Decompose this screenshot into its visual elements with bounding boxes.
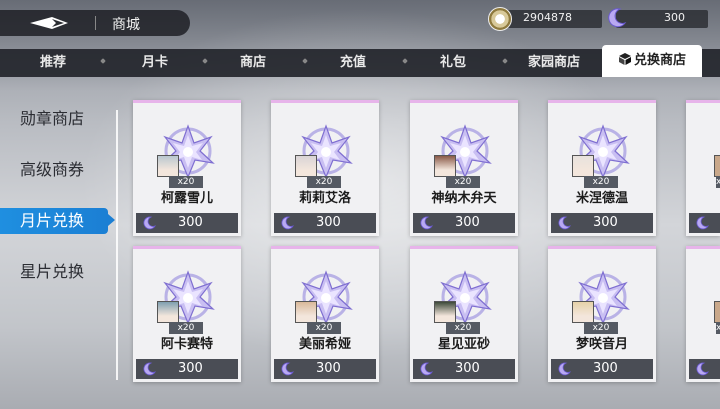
character-avatar [157, 155, 179, 177]
character-avatar [295, 155, 317, 177]
tab-exchange-shop-label: 兑换商店 [633, 53, 686, 68]
character-avatar [714, 301, 720, 323]
moon-currency-icon [420, 216, 433, 230]
shop-item-card[interactable]: x20 星见亚砂 300 [410, 246, 518, 382]
item-name: 莉莉艾洛 [298, 191, 351, 206]
active-pointer [108, 214, 115, 226]
price-value: 300 [316, 361, 341, 376]
sidebar-item-star-exchange[interactable]: 星片兑换 [0, 259, 110, 285]
moon-currency-icon [143, 362, 156, 376]
item-name: 星见亚砂 [437, 337, 490, 352]
tab-recharge[interactable]: 充值 [322, 49, 384, 77]
shop-item-card[interactable]: x20 神纳木弁天 300 [410, 100, 518, 236]
item-name: 柯露雪儿 [160, 191, 213, 206]
item-name: 阿卡赛特 [160, 337, 213, 352]
tab-separator [302, 58, 308, 64]
coin-amount: 2904878 [523, 11, 572, 24]
price-button[interactable]: 300 [136, 213, 238, 233]
moon-currency-icon [281, 216, 294, 230]
character-avatar [572, 155, 594, 177]
tab-gift-pack[interactable]: 礼包 [422, 49, 484, 77]
item-count: x2 [716, 176, 720, 188]
tab-separator [100, 58, 106, 64]
character-avatar [572, 301, 594, 323]
moon-currency-icon [608, 8, 627, 28]
sidebar-divider [116, 110, 118, 380]
item-count: x2 [716, 322, 720, 334]
item-name: 神纳木弁天 [431, 191, 497, 206]
sidebar-item-medal-shop[interactable]: 勋章商店 [0, 106, 110, 132]
sidebar-item-premium-coupon[interactable]: 高级商券 [0, 157, 110, 183]
top-bar: 商城 2904878 300 [0, 0, 720, 44]
moon-currency-amount: 300 [664, 11, 685, 24]
shop-item-card[interactable]: x20 美丽希娅 300 [271, 246, 379, 382]
tab-exchange-shop[interactable]: 兑换商店 [602, 45, 702, 77]
character-avatar [434, 301, 456, 323]
tab-separator [402, 58, 408, 64]
moon-currency-icon [558, 216, 571, 230]
shop-item-card[interactable]: x20 莉莉艾洛 300 [271, 100, 379, 236]
moon-currency-icon [143, 216, 156, 230]
moon-currency-icon [696, 216, 709, 230]
divider [95, 16, 96, 30]
price-button[interactable]: 300 [551, 359, 653, 379]
shop-item-card[interactable]: x20 阿卡赛特 300 [133, 246, 241, 382]
price-button[interactable]: 300 [413, 213, 515, 233]
price-button[interactable]: 300 [551, 213, 653, 233]
character-avatar [157, 301, 179, 323]
shop-item-card[interactable]: x20 梦咲音月 300 [548, 246, 656, 382]
moon-currency-icon [558, 362, 571, 376]
page-title: 商城 [112, 17, 140, 33]
price-value: 300 [178, 215, 203, 230]
price-value: 300 [455, 361, 480, 376]
tab-monthly-card[interactable]: 月卡 [124, 49, 186, 77]
back-button[interactable]: 商城 [0, 10, 190, 36]
item-name: 梦咲音月 [575, 337, 628, 352]
price-button[interactable] [689, 213, 720, 233]
tab-separator [502, 58, 508, 64]
back-arrow-icon [30, 17, 68, 29]
item-name: 米涅德温 [575, 191, 628, 206]
price-button[interactable] [689, 359, 720, 379]
sidebar-item-moon-exchange[interactable]: 月片兑换 [0, 208, 108, 234]
tab-shop[interactable]: 商店 [222, 49, 284, 77]
coin-icon [488, 7, 512, 31]
price-button[interactable]: 300 [413, 359, 515, 379]
character-avatar [714, 155, 720, 177]
shop-item-card[interactable]: x20 柯露雪儿 300 [133, 100, 241, 236]
tab-home-shop[interactable]: 家园商店 [518, 49, 590, 77]
price-value: 300 [178, 361, 203, 376]
price-button[interactable]: 300 [136, 359, 238, 379]
moon-currency-icon [696, 362, 709, 376]
moon-currency-icon [420, 362, 433, 376]
shop-item-card-partial[interactable]: x2 [686, 246, 720, 382]
price-value: 300 [455, 215, 480, 230]
price-button[interactable]: 300 [274, 359, 376, 379]
price-value: 300 [316, 215, 341, 230]
character-avatar [295, 301, 317, 323]
tab-separator [202, 58, 208, 64]
price-button[interactable]: 300 [274, 213, 376, 233]
item-name: 美丽希娅 [298, 337, 351, 352]
price-value: 300 [593, 215, 618, 230]
tab-bar: 推荐 月卡 商店 充值 礼包 家园商店 兑换商店 [0, 45, 720, 77]
shop-item-card[interactable]: x20 米涅德温 300 [548, 100, 656, 236]
moon-currency-bar [616, 10, 708, 28]
cube-icon [618, 53, 631, 65]
price-value: 300 [593, 361, 618, 376]
tab-recommend[interactable]: 推荐 [22, 49, 84, 77]
character-avatar [434, 155, 456, 177]
moon-currency-icon [281, 362, 294, 376]
shop-item-card-partial[interactable]: x2 [686, 100, 720, 236]
